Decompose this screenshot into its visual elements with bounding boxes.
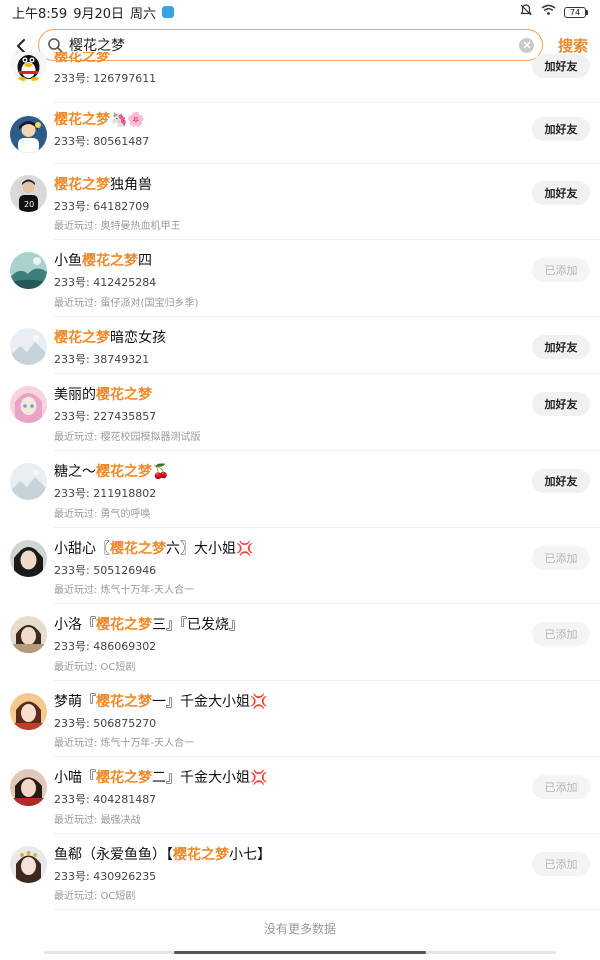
user-name: 美丽的樱花之梦: [54, 387, 152, 403]
girl-avatar: [10, 693, 47, 730]
search-icon: [48, 38, 63, 53]
app-notification-icon: [162, 6, 175, 18]
default-avatar: [10, 463, 47, 500]
user-name: 糖之～樱花之梦🍒: [54, 464, 170, 480]
scroll-indicator[interactable]: [174, 951, 426, 954]
no-more-data-label: 没有更多数据: [263, 922, 336, 936]
person-avatar: 20: [10, 175, 47, 212]
list-item[interactable]: 樱花之梦 233号: 126797611 加好友: [0, 52, 600, 103]
default-avatar: [10, 328, 47, 365]
user-id: 233号: 38749321: [54, 353, 150, 366]
user-name: 小喵『樱花之梦二』千金大小姐💢: [54, 770, 268, 786]
status-time: 上午8:59: [12, 6, 68, 22]
list-item[interactable]: 樱花之梦🦄🌸 233号: 80561487 加好友: [0, 103, 600, 164]
user-id: 233号: 412425284: [54, 276, 157, 289]
recently-played: 最近玩过: 最强决战: [54, 815, 141, 826]
list-item[interactable]: 小甜心〖樱花之梦六〗大小姐💢 233号: 505126946 最近玩过: 炼气十…: [0, 528, 600, 604]
added-status-button[interactable]: 已添加: [532, 546, 590, 570]
list-item[interactable]: 小喵『樱花之梦二』千金大小姐💢 233号: 404281487 最近玩过: 最强…: [0, 757, 600, 834]
user-name: 樱花之梦独角兽: [54, 177, 152, 193]
list-item[interactable]: 糖之～樱花之梦🍒 233号: 211918802 最近玩过: 勇气的呼唤 加好友: [0, 451, 600, 528]
girl-avatar: [10, 846, 47, 883]
anime-girl-avatar: [10, 386, 47, 423]
added-status-button[interactable]: 已添加: [532, 775, 590, 799]
recently-played: 最近玩过: 樱花校园模拟器测试版: [54, 432, 201, 443]
wifi-icon: [541, 4, 556, 20]
anime-avatar: [10, 116, 47, 153]
status-right: 74: [519, 3, 588, 21]
user-id: 233号: 404281487: [54, 793, 157, 806]
recently-played: 最近玩过: 勇气的呼唤: [54, 509, 151, 520]
added-status-button[interactable]: 已添加: [532, 622, 590, 646]
user-id: 233号: 505126946: [54, 564, 157, 577]
clear-icon[interactable]: [519, 37, 534, 53]
search-input[interactable]: [69, 37, 519, 53]
user-id: 233号: 80561487: [54, 135, 150, 148]
list-item[interactable]: 美丽的樱花之梦 233号: 227435857 最近玩过: 樱花校园模拟器测试版…: [0, 374, 600, 451]
status-left: 上午8:59 9月20日 周六: [12, 3, 175, 22]
user-id: 233号: 211918802: [54, 487, 157, 500]
added-status-button[interactable]: 已添加: [532, 258, 590, 282]
girl-avatar: [10, 616, 47, 653]
mute-icon: [519, 3, 533, 21]
user-id: 233号: 126797611: [54, 72, 157, 85]
recently-played: 最近玩过: 奥特曼热血机甲王: [54, 221, 181, 232]
user-name: 鱼郗（永爱鱼鱼）【樱花之梦小七】: [54, 847, 271, 863]
battery-level: 74: [564, 6, 586, 18]
user-name: 樱花之梦: [54, 52, 110, 65]
recently-played: 最近玩过: 炼气十万年-天人合一: [54, 738, 195, 749]
search-results-list: 樱花之梦 233号: 126797611 加好友 樱花之梦🦄🌸 233号: 80…: [0, 52, 600, 930]
list-item[interactable]: 梦萌『樱花之梦一』千金大小姐💢 233号: 506875270 最近玩过: 炼气…: [0, 681, 600, 757]
penguin-avatar: [10, 52, 47, 82]
user-id: 233号: 430926235: [54, 870, 157, 883]
user-id: 233号: 506875270: [54, 717, 157, 730]
list-item[interactable]: 小鱼樱花之梦四 233号: 412425284 最近玩过: 蛋仔派对(国宝归乡季…: [0, 240, 600, 317]
recently-played: 最近玩过: 蛋仔派对(国宝归乡季): [54, 298, 199, 309]
add-friend-button[interactable]: 加好友: [532, 181, 590, 205]
add-friend-button[interactable]: 加好友: [532, 335, 590, 359]
add-friend-button[interactable]: 加好友: [532, 392, 590, 416]
status-bar: 上午8:59 9月20日 周六 74: [0, 0, 600, 24]
recently-played: 最近玩过: OC短剧: [54, 891, 136, 902]
add-friend-button[interactable]: 加好友: [532, 469, 590, 493]
user-name: 樱花之梦🦄🌸: [54, 112, 145, 128]
add-friend-button[interactable]: 加好友: [532, 54, 590, 78]
user-id: 233号: 64182709: [54, 200, 150, 213]
status-date: 9月20日: [73, 6, 125, 22]
recently-played: 最近玩过: OC短剧: [54, 662, 136, 673]
recently-played: 最近玩过: 炼气十万年-天人合一: [54, 585, 195, 596]
list-item[interactable]: 小洛『樱花之梦三』『已发烧』 233号: 486069302 最近玩过: OC短…: [0, 604, 600, 681]
add-friend-button[interactable]: 加好友: [532, 117, 590, 141]
user-id: 233号: 227435857: [54, 410, 157, 423]
status-weekday: 周六: [130, 6, 157, 22]
added-status-button[interactable]: 已添加: [532, 852, 590, 876]
user-name: 小鱼樱花之梦四: [54, 253, 152, 269]
user-name: 梦萌『樱花之梦一』千金大小姐💢: [54, 694, 268, 710]
svg-text:20: 20: [24, 200, 34, 209]
list-item[interactable]: 樱花之梦暗恋女孩 233号: 38749321 加好友: [0, 317, 600, 374]
list-item[interactable]: 鱼郗（永爱鱼鱼）【樱花之梦小七】 233号: 430926235 最近玩过: O…: [0, 834, 600, 910]
battery-icon: 74: [564, 6, 588, 18]
user-name: 小甜心〖樱花之梦六〗大小姐💢: [54, 541, 254, 557]
girl-avatar: [10, 540, 47, 577]
girl-avatar: [10, 769, 47, 806]
user-name: 小洛『樱花之梦三』『已发烧』: [54, 617, 243, 633]
list-item[interactable]: 20 樱花之梦独角兽 233号: 64182709 最近玩过: 奥特曼热血机甲王…: [0, 164, 600, 240]
landscape-avatar: [10, 252, 47, 289]
user-name: 樱花之梦暗恋女孩: [54, 330, 166, 346]
user-id: 233号: 486069302: [54, 640, 157, 653]
